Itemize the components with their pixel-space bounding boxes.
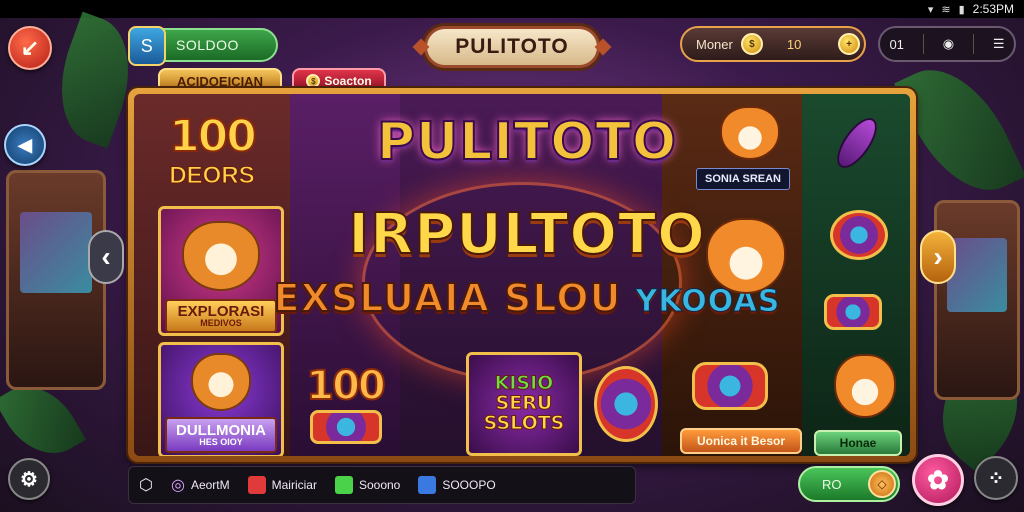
card-ribbon: EXPLORASI MEDIVOS	[165, 299, 277, 333]
promo-kisio-box[interactable]: KISIO SERU SSLOTS	[466, 352, 582, 456]
balance-label: SOLDOO	[176, 37, 239, 53]
divider	[972, 34, 974, 54]
signal-icon: ▾	[927, 3, 934, 16]
bottom-nav-bar: ⬡ ◎ AeortM Mairiciar Sooono SOOOPO	[128, 466, 636, 504]
besor-button[interactable]: Uonica it Besor	[680, 428, 802, 454]
lion-character-icon	[720, 106, 780, 160]
menu-pill: 01 ◉ ☰	[878, 26, 1016, 62]
tiger-character-icon	[834, 354, 896, 418]
wifi-icon: ≋	[941, 3, 951, 16]
account-icon: ◎	[170, 477, 185, 494]
bottom-item-box[interactable]: ⬡	[139, 475, 153, 495]
side-menu-button[interactable]: ◀	[4, 124, 46, 166]
previous-arrow-button[interactable]: ‹	[88, 230, 124, 284]
honae-button[interactable]: Honae	[814, 430, 902, 456]
diamond-ornament-icon	[412, 38, 430, 56]
game-logo: PULITOTO	[412, 26, 612, 68]
card-subtitle: HES OIOY	[199, 437, 243, 447]
card-title: DULLMONIA	[176, 422, 266, 439]
card-ribbon: DULLMONIA HES OIOY	[165, 417, 277, 453]
dots-grid-icon: ⁘	[987, 467, 1005, 490]
money-amount: 10	[786, 36, 802, 52]
chat-icon: ◀	[18, 134, 32, 155]
blue-cube-icon	[418, 476, 437, 494]
bottom-item-label: Sooono	[358, 478, 401, 492]
back-arrow-icon: ↙	[20, 35, 40, 60]
bottom-item-label: SOOOPO	[442, 478, 496, 492]
divider	[922, 34, 924, 54]
candy-roll-icon	[692, 362, 768, 410]
shield-s-icon: S	[128, 26, 166, 66]
arcade-machine-decoration	[934, 200, 1020, 400]
money-pill[interactable]: Moner $ 10 +	[680, 26, 866, 62]
hamburger-icon[interactable]: ☰	[993, 36, 1005, 52]
spin-button[interactable]: ✿	[912, 454, 964, 506]
promo-line: KISIO	[494, 372, 554, 395]
lion-character-icon	[706, 218, 786, 294]
swirl-roll-icon	[594, 366, 658, 442]
tagline-main: EXSLUAIA SLOU	[273, 275, 622, 321]
symbol-value: 100	[305, 362, 386, 410]
symbol-100[interactable]: 100	[300, 356, 390, 416]
symbol-value: 100	[168, 110, 258, 163]
character-card-dullmonia[interactable]: DULLMONIA HES OIOY	[158, 342, 284, 456]
fox-character-icon	[182, 221, 260, 291]
gift-icon	[247, 476, 266, 494]
settings-icon[interactable]: ◉	[943, 36, 954, 52]
logo-text: PULITOTO	[455, 35, 569, 58]
sonia-badge: SONIA SREAN	[696, 168, 790, 190]
button-label: Uonica it Besor	[696, 434, 786, 448]
tab-label: ACIDOEICIAN	[177, 73, 263, 89]
chevron-right-icon: ›	[933, 241, 943, 272]
next-arrow-button[interactable]: ›	[920, 230, 956, 284]
bottom-item-label: AeortM	[190, 478, 230, 492]
diamond-icon: ◇	[868, 470, 896, 498]
add-coins-icon[interactable]: +	[838, 33, 860, 55]
bottom-item-green[interactable]: Sooono	[334, 476, 401, 494]
grid-menu-button[interactable]: ⁘	[974, 456, 1018, 500]
candy-roll-icon	[830, 210, 888, 260]
coin-icon: $	[740, 33, 763, 55]
battery-icon: ▮	[958, 3, 965, 16]
symbol-100-deors[interactable]: 100 DEORS	[140, 102, 284, 198]
back-button[interactable]: ↙	[8, 26, 52, 70]
menu-left-label[interactable]: 01	[889, 37, 903, 52]
spin-flower-icon: ✿	[927, 464, 949, 495]
status-bar: ▾ ≋ ▮ 2:53PM	[0, 0, 1024, 18]
headline-tagline: EXSLUAIA SLOU YKOOAS	[273, 275, 781, 321]
symbol-label: DEORS	[169, 161, 255, 189]
green-cube-icon	[334, 476, 353, 494]
card-subtitle: MEDIVOS	[200, 318, 242, 328]
bottom-item-label: Mairiciar	[271, 478, 317, 492]
promo-line: SERU	[495, 392, 553, 415]
headline-title: PULITOTO	[376, 111, 678, 173]
slot-reel-area: 100 DEORS EXPLORASI MEDIVOS DULLMONIA HE…	[134, 94, 910, 456]
settings-button[interactable]: ⚙	[8, 458, 50, 500]
diamond-ornament-icon	[594, 38, 612, 56]
warrior-character-icon	[191, 353, 251, 411]
slot-reel-frame: 100 DEORS EXPLORASI MEDIVOS DULLMONIA HE…	[128, 88, 916, 462]
box-icon: ⬡	[139, 477, 153, 494]
headline-subtitle: IRPULTOTO	[347, 201, 706, 268]
bottom-item-account[interactable]: ◎ AeortM	[171, 475, 230, 495]
clock: 2:53PM	[972, 2, 1014, 16]
candy-roll-icon	[824, 294, 882, 330]
bottom-item-gift[interactable]: Mairiciar	[247, 476, 317, 494]
bottom-item-blue[interactable]: SOOOPO	[418, 476, 496, 494]
balance-pill[interactable]: S SOLDOO	[128, 26, 278, 66]
ro-label: RO	[822, 476, 842, 492]
character-card-explorasi[interactable]: EXPLORASI MEDIVOS	[158, 206, 284, 336]
tab-label: Soacton	[324, 74, 372, 88]
arcade-machine-decoration	[6, 170, 106, 390]
gear-icon: ⚙	[20, 468, 38, 491]
card-title: EXPLORASI	[177, 303, 265, 320]
chevron-left-icon: ‹	[101, 241, 111, 272]
money-label: Moner	[696, 36, 733, 52]
tab-coin-icon: $	[306, 74, 321, 88]
candy-roll-icon	[310, 410, 382, 444]
ro-toggle-pill[interactable]: RO ◇	[798, 466, 900, 502]
button-label: Honae	[839, 436, 877, 450]
promo-line: SSLOTS	[483, 411, 565, 434]
